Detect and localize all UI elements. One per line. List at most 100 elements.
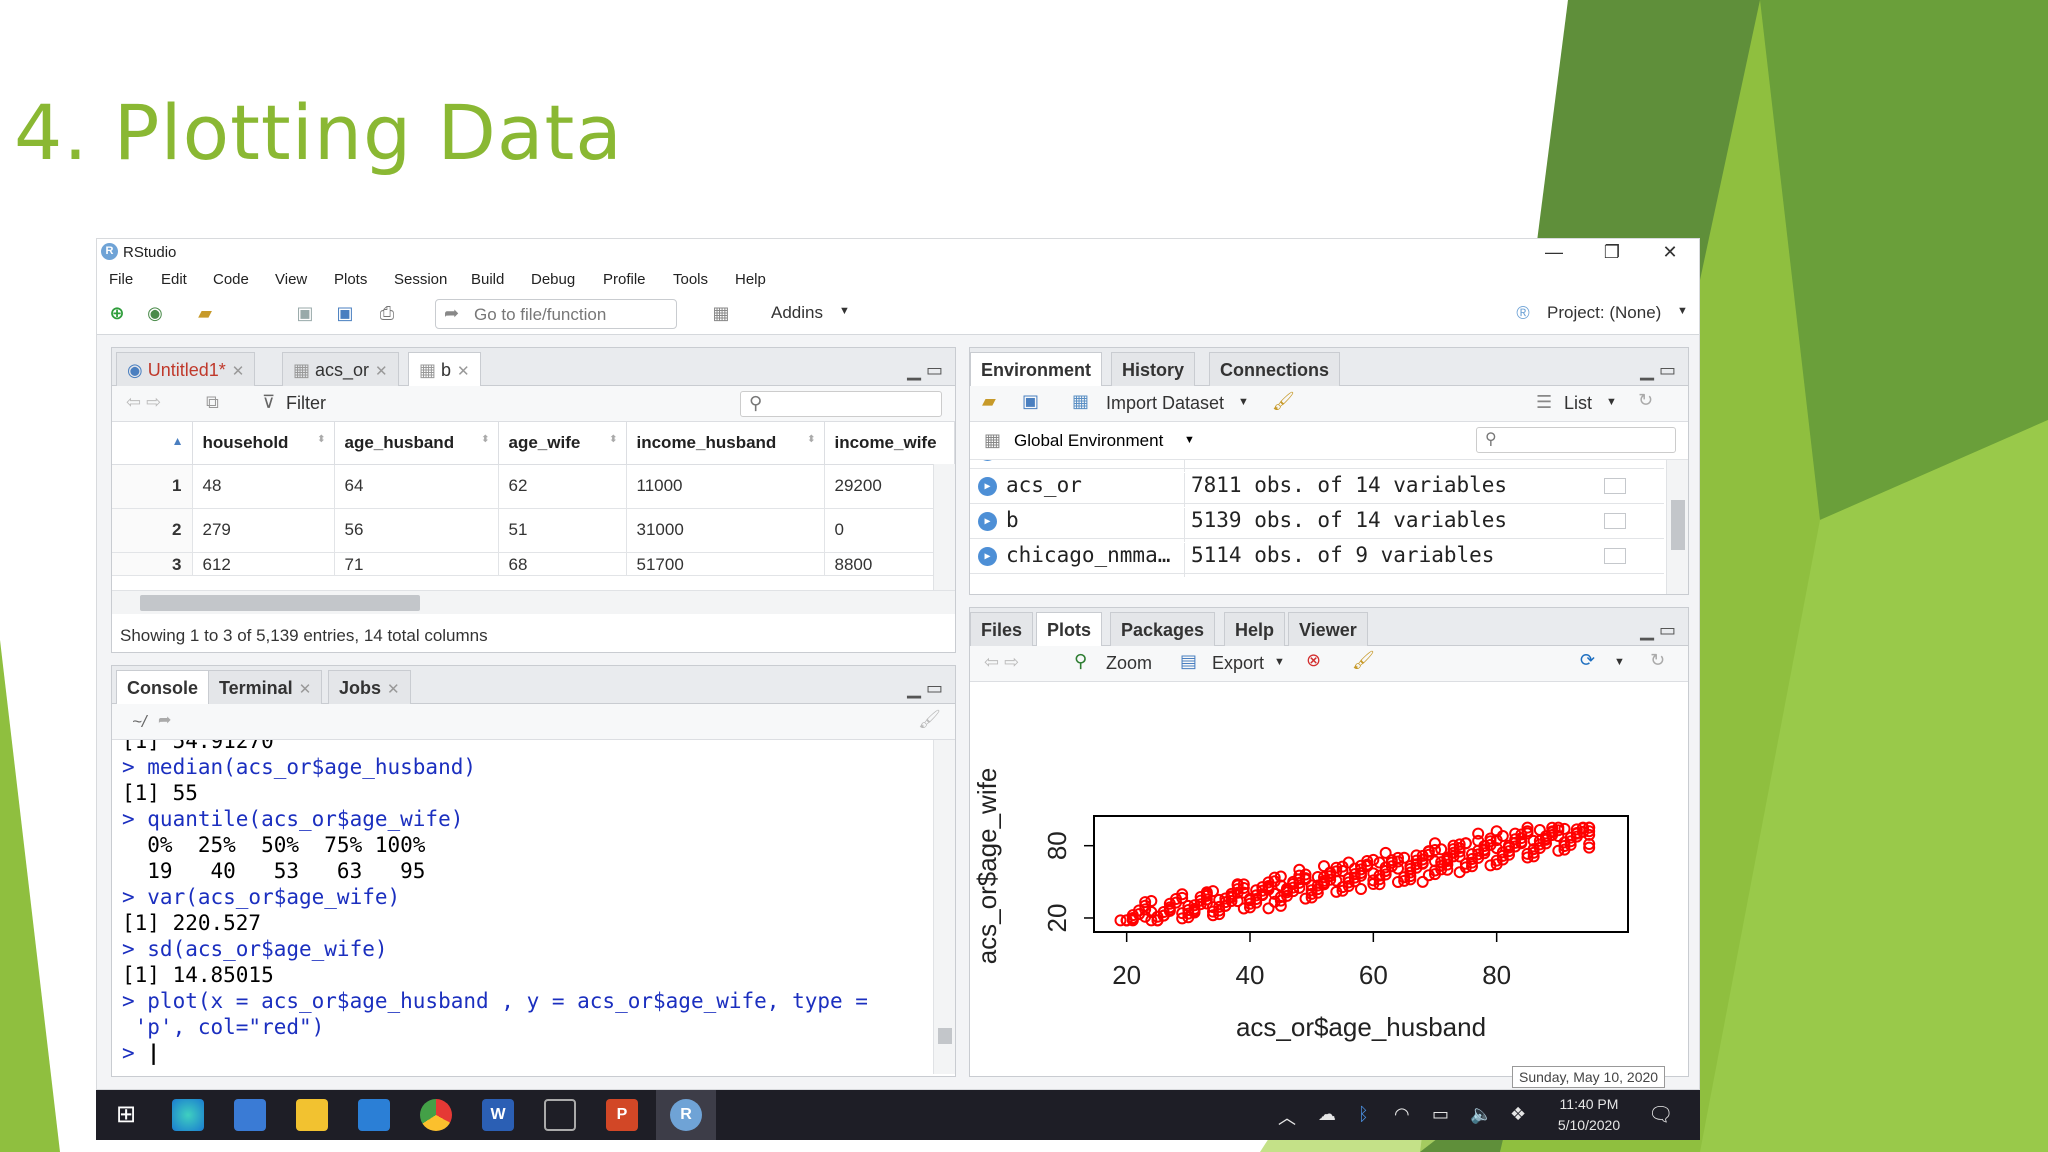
menu-session[interactable]: Session	[394, 271, 447, 288]
close-tab-icon[interactable]: ✕	[299, 681, 312, 698]
col-income-husband[interactable]: income_husband ⬍	[626, 422, 825, 465]
remove-plot-icon[interactable]: ⊗	[1306, 650, 1321, 671]
clock[interactable]: 11:40 PM 5/10/2020	[1548, 1094, 1630, 1136]
view-table-icon[interactable]	[1604, 513, 1626, 529]
tab-help[interactable]: Help	[1224, 612, 1286, 646]
scroll-thumb[interactable]	[140, 595, 420, 611]
tab-plots[interactable]: Plots	[1036, 612, 1103, 647]
windows-start-icon[interactable]: ⊞	[110, 1099, 142, 1131]
dataviewer-search-input[interactable]: ⚲	[740, 391, 942, 417]
restore-button[interactable]: ❐	[1583, 239, 1641, 267]
tab-b[interactable]: ▦ b ✕	[408, 352, 481, 387]
close-tab-icon[interactable]: ✕	[232, 363, 245, 380]
col-age-wife[interactable]: age_wife ⬍	[498, 422, 627, 465]
app-window-icon[interactable]	[544, 1099, 576, 1131]
col-household[interactable]: household ⬍	[192, 422, 335, 465]
new-file-icon[interactable]: ⊕	[105, 301, 129, 325]
close-window-button[interactable]: ✕	[1641, 239, 1699, 267]
scope-select[interactable]: Global Environment	[1014, 431, 1163, 451]
menu-tools[interactable]: Tools	[673, 271, 708, 288]
scroll-thumb[interactable]	[1671, 500, 1685, 550]
view-mode-dropdown-icon[interactable]: ▼	[1606, 396, 1617, 408]
import-dataset-button[interactable]: Import Dataset	[1106, 393, 1224, 414]
pane-window-controls[interactable]: ▁ ▭	[1640, 620, 1676, 641]
pane-layout-icon[interactable]: ▦	[709, 301, 733, 325]
load-workspace-icon[interactable]: ▰	[982, 391, 996, 412]
menu-debug[interactable]: Debug	[531, 271, 575, 288]
publish-icon[interactable]: ⟳	[1580, 650, 1595, 671]
rstudio-taskbar-icon[interactable]: R	[670, 1099, 702, 1131]
menu-view[interactable]: View	[275, 271, 307, 288]
chrome-icon[interactable]	[420, 1099, 452, 1131]
volume-icon[interactable]: 🔈	[1470, 1104, 1492, 1125]
close-tab-icon[interactable]: ✕	[375, 363, 388, 380]
save-workspace-icon[interactable]: ▣	[1022, 391, 1039, 412]
print-icon[interactable]: ⎙	[375, 301, 399, 325]
dataframe-icon[interactable]: ▶	[978, 512, 997, 531]
back-icon[interactable]: ⇦ ⇨	[126, 392, 161, 413]
new-project-icon[interactable]: ◉	[143, 301, 167, 325]
project-dropdown-icon[interactable]: ▼	[1677, 305, 1688, 317]
goto-directory-icon[interactable]: ➦	[158, 710, 171, 730]
pane-window-controls[interactable]: ▁ ▭	[907, 678, 943, 699]
env-row[interactable]: ▶ b 5139 obs. of 14 variables	[970, 504, 1664, 542]
import-dropdown-icon[interactable]: ▼	[1238, 396, 1249, 408]
tab-terminal[interactable]: Terminal ✕	[208, 670, 323, 704]
env-row[interactable]: ▶ chicago_nmma… 5114 obs. of 9 variables	[970, 539, 1664, 577]
dataframe-icon[interactable]: ▶	[978, 547, 997, 566]
store-icon[interactable]	[234, 1099, 266, 1131]
save-all-icon[interactable]: ▣	[333, 301, 357, 325]
view-table-icon[interactable]	[1604, 478, 1626, 494]
tab-environment[interactable]: Environment	[970, 352, 1103, 387]
onedrive-icon[interactable]: ☁	[1318, 1104, 1336, 1125]
menu-profile[interactable]: Profile	[603, 271, 646, 288]
pane-window-controls[interactable]: ▁ ▭	[907, 360, 943, 381]
dropbox-icon[interactable]: ❖	[1510, 1104, 1526, 1125]
working-directory[interactable]: ~/	[132, 712, 147, 732]
battery-icon[interactable]: ▭	[1432, 1104, 1449, 1125]
environment-search-input[interactable]: ⚲	[1476, 427, 1676, 453]
table-vertical-scrollbar[interactable]	[933, 464, 955, 598]
wifi-icon[interactable]: ◠	[1394, 1104, 1410, 1125]
clear-console-icon[interactable]: 🖌	[918, 709, 941, 730]
scroll-thumb[interactable]	[938, 1028, 952, 1044]
filter-icon[interactable]: ⊽	[262, 392, 275, 413]
tab-connections[interactable]: Connections	[1209, 352, 1341, 386]
file-explorer-icon[interactable]	[296, 1099, 328, 1131]
console-scrollbar[interactable]	[933, 740, 955, 1074]
tab-history[interactable]: History	[1111, 352, 1196, 386]
tray-overflow-icon[interactable]: ︿	[1278, 1104, 1296, 1130]
dataframe-icon[interactable]: ▶	[978, 477, 997, 496]
rownum-header[interactable]: ▲	[112, 422, 193, 465]
menu-plots[interactable]: Plots	[334, 271, 367, 288]
col-income-wife[interactable]: income_wife	[824, 422, 955, 465]
table-horizontal-scrollbar[interactable]	[112, 590, 955, 614]
export-button[interactable]: Export	[1212, 653, 1264, 674]
col-age-husband[interactable]: age_husband ⬍	[334, 422, 499, 465]
menu-help[interactable]: Help	[735, 271, 766, 288]
refresh-plot-icon[interactable]: ↻	[1650, 650, 1665, 671]
tab-packages[interactable]: Packages	[1110, 612, 1216, 646]
pane-window-controls[interactable]: ▁ ▭	[1640, 360, 1676, 381]
bluetooth-icon[interactable]: ᛒ	[1358, 1104, 1369, 1125]
addins-menu[interactable]: Addins	[771, 303, 823, 323]
menu-code[interactable]: Code	[213, 271, 249, 288]
clear-workspace-icon[interactable]: 🖌	[1272, 391, 1295, 412]
menu-file[interactable]: File	[109, 271, 133, 288]
tab-acs-or[interactable]: ▦ acs_or ✕	[282, 352, 399, 386]
close-tab-icon[interactable]: ✕	[387, 681, 400, 698]
environment-scrollbar[interactable]	[1666, 460, 1688, 594]
mail-icon[interactable]	[358, 1099, 390, 1131]
close-tab-icon[interactable]: ✕	[457, 363, 470, 380]
powerpoint-icon[interactable]: P	[606, 1099, 638, 1131]
tab-console[interactable]: Console	[116, 670, 210, 705]
goto-file-input[interactable]: ➦ Go to file/function	[435, 299, 677, 329]
tab-files[interactable]: Files	[970, 612, 1034, 646]
env-row[interactable]: ▶ a 5139 obs. of 14 variables	[970, 460, 1664, 472]
env-row[interactable]: ▶ acs_or 7811 obs. of 14 variables	[970, 469, 1664, 507]
refresh-icon[interactable]: ↻	[1638, 390, 1653, 411]
edge-icon[interactable]	[172, 1099, 204, 1131]
addins-dropdown-icon[interactable]: ▼	[839, 305, 850, 317]
menu-build[interactable]: Build	[471, 271, 504, 288]
popout-icon[interactable]: ⧉	[206, 392, 219, 413]
